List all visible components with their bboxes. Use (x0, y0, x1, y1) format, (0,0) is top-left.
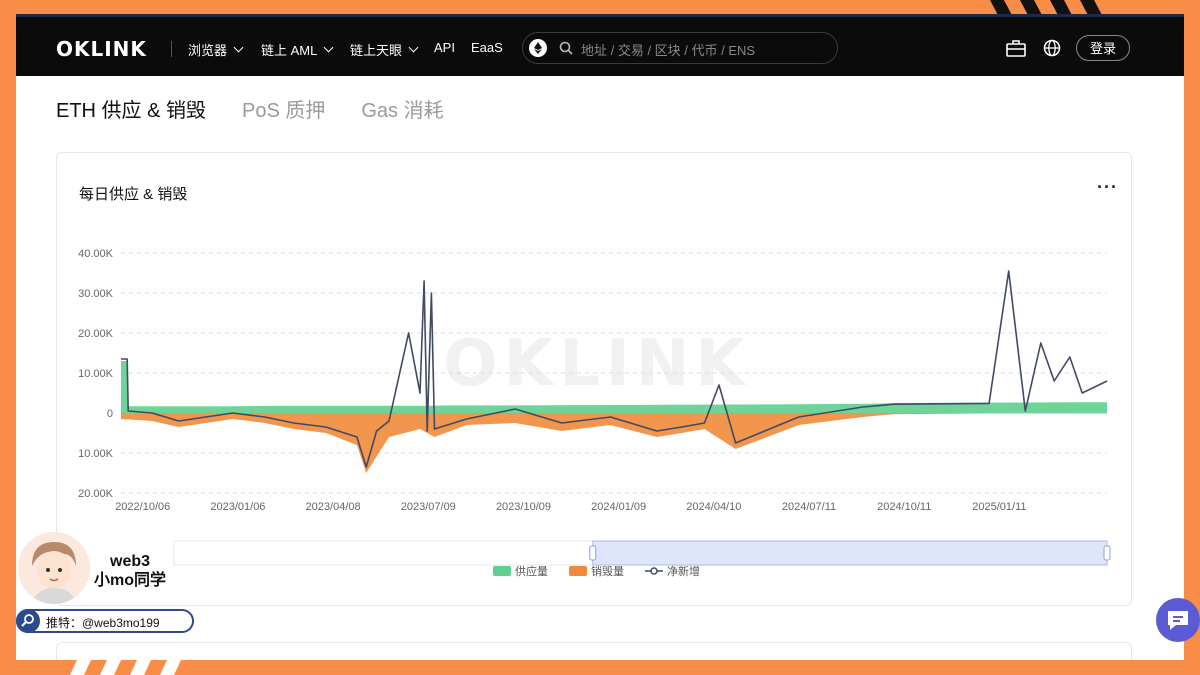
y-tick-label: 10.00K (78, 368, 114, 380)
x-tick-label: 2023/01/06 (210, 501, 265, 513)
author-avatar (18, 532, 90, 604)
decorative-stripes (70, 645, 188, 675)
y-tick-label: 0 (107, 408, 113, 420)
zoom-handle-right (1103, 545, 1111, 561)
chevron-down-icon (408, 42, 419, 53)
briefcase-icon[interactable] (1006, 39, 1026, 57)
legend-label: 净新增 (667, 564, 700, 578)
twitter-handle-badge: 推特：@web3mo199 (16, 609, 194, 633)
browser-screen: OKLINK 浏览器 链上 AML 链上天眼 API EaaS 地址 / 交易 … (16, 14, 1184, 660)
x-tick-label: 2024/04/10 (686, 501, 741, 513)
tab-gas-consumption[interactable]: Gas 消耗 (361, 94, 443, 123)
y-tick-label: 20.00K (78, 328, 114, 340)
nav-item-api[interactable]: API (434, 40, 455, 55)
x-tick-label: 2024/07/11 (782, 501, 836, 513)
chevron-down-icon (323, 42, 334, 53)
y-tick-label: 20.00K (78, 488, 114, 500)
x-tick-label: 2024/10/11 (877, 501, 931, 513)
oklink-logo[interactable]: OKLINK (56, 37, 147, 61)
author-name: web3 小mo同学 (94, 553, 167, 589)
twitter-handle: 推特：@web3mo199 (46, 616, 160, 630)
zoom-handle-left (589, 545, 597, 561)
legend-swatch (569, 566, 587, 576)
search-input[interactable]: 地址 / 交易 / 区块 / 代币 / ENS (581, 40, 755, 59)
nav-item-explorer[interactable]: 浏览器 (188, 40, 244, 59)
chart-card: 每日供应 & 销毁 ··· OKLINK 40.00K 30.00K 20.00K 10… (56, 152, 1132, 606)
tab-pos-staking[interactable]: PoS 质押 (242, 94, 325, 123)
x-tick-label: 2025/01/11 (972, 501, 1026, 513)
top-navigation-bar: OKLINK 浏览器 链上 AML 链上天眼 API EaaS 地址 / 交易 … (16, 14, 1184, 76)
nav-item-onchain-eye[interactable]: 链上天眼 (350, 40, 419, 59)
ethereum-icon[interactable] (529, 39, 547, 57)
tab-supply-burn[interactable]: ETH 供应 & 销毁 (56, 94, 206, 123)
supply-burn-chart: OKLINK 40.00K 30.00K 20.00K 10.00K 0 10.00K 20.… (78, 248, 1111, 578)
chat-support-button[interactable] (1156, 598, 1200, 642)
chat-icon (1168, 611, 1188, 630)
x-tick-label: 2023/07/09 (401, 501, 456, 513)
page-tabs: ETH 供应 & 销毁 PoS 质押 Gas 消耗 (56, 94, 444, 123)
login-button[interactable]: 登录 (1076, 35, 1130, 61)
x-tick-label: 2023/04/08 (306, 501, 361, 513)
search-icon (16, 609, 40, 633)
globe-icon[interactable] (1043, 39, 1061, 57)
y-tick-label: 40.00K (78, 248, 114, 260)
search-bar[interactable]: 地址 / 交易 / 区块 / 代币 / ENS (522, 32, 838, 64)
x-tick-label: 2024/01/09 (591, 501, 646, 513)
nav-item-eaas[interactable]: EaaS (471, 40, 503, 55)
legend-marker (650, 567, 658, 575)
y-tick-label: 10.00K (78, 448, 114, 460)
x-tick-label: 2022/10/06 (115, 501, 170, 513)
legend-label: 供应量 (515, 564, 548, 578)
search-icon (559, 41, 573, 55)
y-tick-label: 30.00K (78, 288, 114, 300)
nav-item-aml[interactable]: 链上 AML (261, 40, 334, 59)
chevron-down-icon (233, 42, 244, 53)
legend-swatch (493, 566, 511, 576)
next-card (56, 642, 1132, 660)
series-area-burn (121, 413, 1107, 473)
x-tick-label: 2023/10/09 (496, 501, 551, 513)
zoom-slider-window (592, 540, 1108, 566)
legend-label: 销毁量 (591, 564, 624, 578)
nav-divider (171, 41, 172, 57)
chart-watermark: OKLINK (443, 327, 751, 401)
